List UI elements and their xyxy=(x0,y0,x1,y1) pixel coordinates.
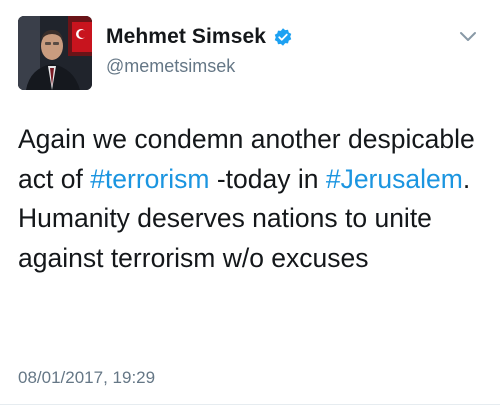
author-handle[interactable]: @memetsimsek xyxy=(106,56,293,77)
tweet-text: Again we condemn another despicable act … xyxy=(18,120,488,278)
tweet-card: Mehmet Simsek @memetsimsek Again we cond… xyxy=(0,0,500,408)
name-row: Mehmet Simsek xyxy=(106,24,293,50)
tweet-text-part: -today in xyxy=(209,163,326,194)
author-display-name[interactable]: Mehmet Simsek xyxy=(106,25,266,49)
tweet-timestamp[interactable]: 08/01/2017, 19:29 xyxy=(18,368,155,388)
avatar-photo xyxy=(18,16,92,90)
author-info: Mehmet Simsek @memetsimsek xyxy=(106,24,293,77)
verified-badge-icon xyxy=(273,27,293,47)
divider xyxy=(0,404,500,405)
hashtag-link[interactable]: #terrorism xyxy=(90,164,209,194)
avatar[interactable] xyxy=(18,16,92,90)
chevron-down-icon[interactable] xyxy=(458,30,478,44)
hashtag-link[interactable]: #Jerusalem xyxy=(326,164,463,194)
